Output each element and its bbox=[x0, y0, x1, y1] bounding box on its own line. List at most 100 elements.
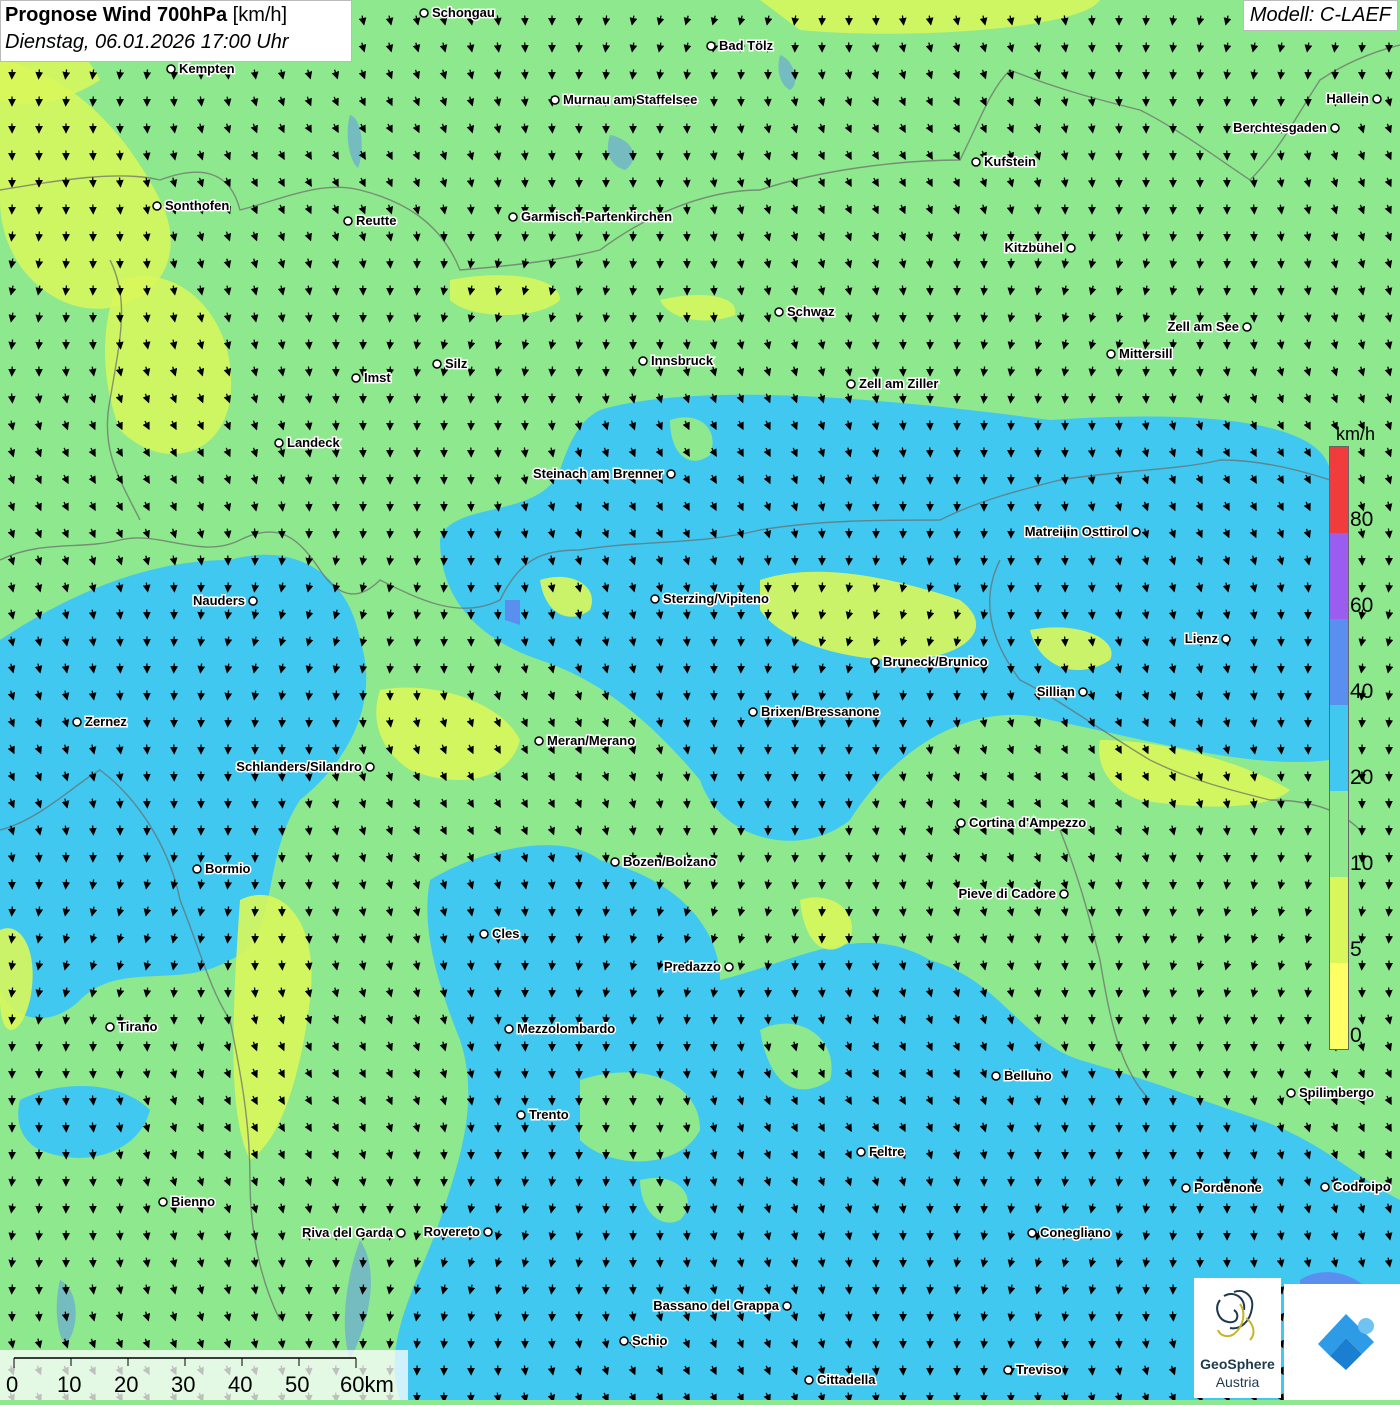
wind-arrow bbox=[633, 1123, 634, 1132]
wind-arrow bbox=[930, 691, 931, 700]
wind-arrow bbox=[525, 178, 526, 187]
wind-arrow bbox=[444, 232, 445, 241]
legend-seg-40-60 bbox=[1330, 619, 1348, 705]
legend-tick: 60 bbox=[1350, 594, 1373, 618]
city-marker bbox=[1004, 1366, 1012, 1374]
forecast-datetime: Dienstag, 06.01.2026 17:00 Uhr bbox=[5, 31, 347, 54]
wind-arrow bbox=[363, 1258, 364, 1267]
city-label: Bad Tölz bbox=[719, 38, 774, 53]
city-marker bbox=[193, 865, 201, 873]
wind-arrow bbox=[1281, 718, 1282, 727]
city-label: Imst bbox=[364, 370, 391, 385]
city-label: Zernez bbox=[85, 714, 127, 729]
wind-arrow bbox=[363, 1312, 364, 1321]
wind-arrow bbox=[39, 1204, 40, 1213]
city-label: Nauders bbox=[193, 593, 245, 608]
wind-arrow bbox=[876, 16, 877, 25]
wind-arrow bbox=[1227, 1096, 1228, 1105]
wind-arrow bbox=[1146, 1285, 1147, 1294]
wind-arrow bbox=[984, 1204, 985, 1213]
wind-arrow bbox=[552, 124, 553, 133]
city-label: Schongau bbox=[432, 5, 495, 20]
city-label: Feltre bbox=[869, 1144, 904, 1159]
geosphere-logo-text: GeoSphere bbox=[1194, 1356, 1281, 1372]
wind-arrow bbox=[876, 1339, 877, 1348]
wind-arrow bbox=[93, 1258, 94, 1267]
city-label: Schlanders/Silandro bbox=[236, 759, 362, 774]
wind-arrow bbox=[660, 826, 661, 835]
wind-arrow bbox=[1254, 151, 1255, 160]
wind-arrow bbox=[1065, 1123, 1066, 1132]
wind-arrow bbox=[174, 97, 175, 106]
wind-arrow bbox=[579, 16, 580, 25]
wind-arrow bbox=[417, 691, 418, 700]
city-marker bbox=[620, 1337, 628, 1345]
wind-arrow bbox=[633, 880, 634, 889]
wind-arrow bbox=[1281, 259, 1282, 268]
wind-arrow bbox=[957, 340, 958, 349]
wind-arrow bbox=[579, 880, 580, 889]
wind-arrow bbox=[1092, 1069, 1093, 1078]
city-label: Matrei in Osttirol bbox=[1025, 524, 1128, 539]
wind-arrow bbox=[849, 799, 850, 808]
geosphere-swirl-icon bbox=[1194, 1278, 1281, 1354]
wind-arrow bbox=[1065, 961, 1066, 970]
wind-arrow bbox=[660, 1258, 661, 1267]
wind-arrow bbox=[174, 988, 175, 997]
city-label: Mezzolombardo bbox=[517, 1021, 615, 1036]
city-label: Landeck bbox=[287, 435, 341, 450]
wind-arrow bbox=[876, 907, 877, 916]
wind-arrow bbox=[633, 367, 634, 376]
wind-arrow bbox=[579, 43, 580, 52]
map-title-unit: [km/h] bbox=[233, 4, 287, 26]
wind-arrow bbox=[984, 691, 985, 700]
legend-tick: 0 bbox=[1350, 1024, 1362, 1048]
wind-arrow bbox=[552, 1339, 553, 1348]
city-label: Reutte bbox=[356, 213, 396, 228]
wind-arrow bbox=[390, 664, 391, 673]
wind-arrow bbox=[1065, 448, 1066, 457]
wind-arrow bbox=[768, 1015, 769, 1024]
wind-arrow bbox=[228, 718, 229, 727]
wind-arrow bbox=[633, 1285, 634, 1294]
city-label: Silz bbox=[445, 356, 468, 371]
wind-arrow bbox=[1254, 205, 1255, 214]
city-label: Zell am Ziller bbox=[859, 376, 938, 391]
wind-arrow bbox=[849, 43, 850, 52]
wind-arrow bbox=[714, 610, 715, 619]
city-marker bbox=[433, 360, 441, 368]
wind-arrow bbox=[120, 664, 121, 673]
wind-arrow bbox=[1308, 70, 1309, 79]
city-label: Cles bbox=[492, 926, 519, 941]
wind-arrow bbox=[1038, 1177, 1039, 1186]
wind-arrow bbox=[1254, 1069, 1255, 1078]
wind-arrow bbox=[768, 610, 769, 619]
city-label: Schwaz bbox=[787, 304, 835, 319]
wind-arrow bbox=[687, 205, 688, 214]
wind-arrow bbox=[93, 151, 94, 160]
city-label: Steinach am Brenner bbox=[533, 466, 663, 481]
wind-arrow bbox=[498, 448, 499, 457]
wind-arrow bbox=[1173, 1312, 1174, 1321]
wind-arrow bbox=[822, 16, 823, 25]
city-marker bbox=[639, 357, 647, 365]
geosphere-logo[interactable]: GeoSphere Austria bbox=[1194, 1278, 1281, 1398]
wind-arrow bbox=[255, 907, 256, 916]
city-marker bbox=[1321, 1183, 1329, 1191]
wind-arrow bbox=[309, 1339, 310, 1348]
wind-arrow bbox=[1119, 151, 1120, 160]
warning-app-logo[interactable] bbox=[1284, 1284, 1400, 1400]
wind-arrow bbox=[417, 1204, 418, 1213]
scale-label: 0 bbox=[6, 1372, 18, 1398]
city-label: Pordenone bbox=[1194, 1180, 1262, 1195]
wind-arrow bbox=[1038, 475, 1039, 484]
wind-arrow bbox=[957, 259, 958, 268]
wind-arrow bbox=[930, 475, 931, 484]
city-marker bbox=[707, 42, 715, 50]
wind-arrow bbox=[363, 448, 364, 457]
wind-arrow bbox=[849, 961, 850, 970]
wind-arrow bbox=[606, 70, 607, 79]
wind-arrow bbox=[174, 583, 175, 592]
city-label: Cittadella bbox=[817, 1372, 876, 1387]
city-marker bbox=[535, 737, 543, 745]
